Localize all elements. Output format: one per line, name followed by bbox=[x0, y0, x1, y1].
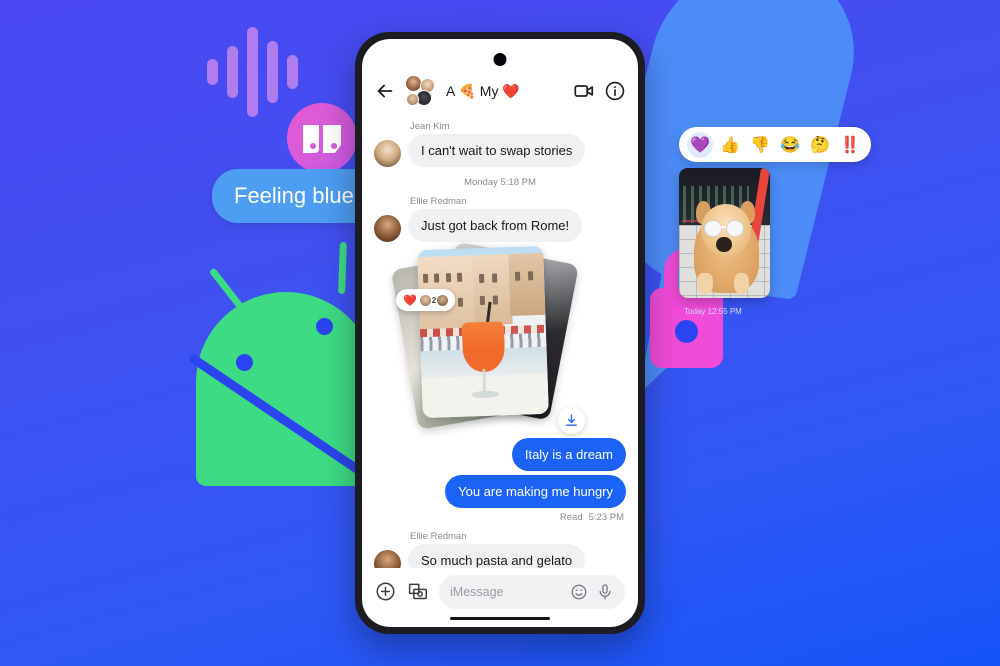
photo-stack-attachment[interactable] bbox=[390, 241, 579, 436]
thumbs-up-reaction[interactable]: 👍 bbox=[717, 132, 743, 158]
reaction-count: 2 bbox=[419, 294, 449, 306]
reactor-avatar bbox=[437, 294, 449, 306]
avatar bbox=[374, 140, 401, 167]
message-bubble[interactable]: Just got back from Rome! bbox=[408, 209, 583, 242]
message-composer: iMessage bbox=[362, 568, 638, 613]
laughing-reaction[interactable]: 😂 bbox=[777, 132, 803, 158]
message-input-placeholder: iMessage bbox=[450, 584, 504, 599]
audio-waveform-icon bbox=[207, 27, 298, 117]
android-robot-icon bbox=[187, 241, 376, 486]
microphone-icon[interactable] bbox=[596, 583, 614, 601]
download-icon[interactable] bbox=[558, 407, 585, 434]
video-call-icon[interactable] bbox=[573, 80, 595, 102]
thumbs-down-reaction[interactable]: 👎 bbox=[747, 132, 773, 158]
back-arrow-icon[interactable] bbox=[374, 80, 396, 102]
dog-photo-card[interactable] bbox=[679, 168, 770, 298]
reaction-picker[interactable]: 💜 👍 👎 😂 🤔 ‼️ bbox=[679, 127, 871, 162]
heart-reaction-icon: ❤️ bbox=[403, 294, 417, 307]
message-bubble[interactable]: Italy is a dream bbox=[511, 438, 626, 471]
message-sender: Jean Kim bbox=[410, 121, 450, 132]
home-gesture-bar[interactable] bbox=[450, 616, 550, 620]
thinking-reaction[interactable]: 🤔 bbox=[807, 132, 833, 158]
read-time: 5:23 PM bbox=[588, 512, 624, 523]
phone-screen: A 🍕 My ❤️ Jean Kim I can't wait to swap … bbox=[362, 39, 638, 627]
dog-photo-image bbox=[679, 168, 770, 298]
avatar bbox=[374, 215, 401, 242]
group-avatar[interactable] bbox=[405, 75, 437, 107]
front-camera-punch-hole bbox=[493, 53, 507, 66]
read-label: Read bbox=[559, 512, 583, 523]
message-sender: Ellie Redman bbox=[410, 196, 467, 207]
message-bubble[interactable]: So much pasta and gelato bbox=[408, 544, 586, 568]
message-reaction-badge[interactable]: ❤️ 2 bbox=[396, 289, 456, 311]
plus-circle-icon[interactable] bbox=[375, 581, 396, 602]
avatar bbox=[374, 550, 401, 568]
read-receipt: Read 5:23 PM bbox=[374, 512, 624, 523]
photo-front[interactable] bbox=[417, 245, 549, 419]
reaction-count-value: 2 bbox=[431, 295, 437, 305]
photo-camera-icon[interactable] bbox=[407, 581, 428, 602]
conversation-title[interactable]: A 🍕 My ❤️ bbox=[446, 83, 564, 100]
reactor-avatar bbox=[419, 294, 431, 306]
message-row-outgoing[interactable]: You are making me hungry bbox=[374, 475, 626, 508]
message-row-incoming[interactable]: I can't wait to swap stories bbox=[374, 134, 626, 167]
emoji-smiley-icon[interactable] bbox=[570, 583, 588, 601]
poster-canvas: Feeling blue! 💜 👍 👎 😂 🤔 ‼️ Today 12:55 P… bbox=[0, 0, 1000, 666]
exclamation-reaction[interactable]: ‼️ bbox=[837, 132, 863, 158]
heart-reaction[interactable]: 💜 bbox=[687, 131, 713, 158]
message-sender: Ellie Redman bbox=[410, 531, 467, 542]
info-icon[interactable] bbox=[604, 80, 626, 102]
dog-photo-timestamp: Today 12:55 PM bbox=[684, 307, 742, 316]
message-row-incoming[interactable]: So much pasta and gelato bbox=[374, 544, 626, 568]
chat-header: A 🍕 My ❤️ bbox=[362, 39, 638, 115]
rcs-badge-icon bbox=[287, 103, 357, 173]
message-row-outgoing[interactable]: Italy is a dream bbox=[374, 438, 626, 471]
phone-device: A 🍕 My ❤️ Jean Kim I can't wait to swap … bbox=[355, 32, 645, 634]
message-row-incoming[interactable]: Just got back from Rome! bbox=[374, 209, 626, 242]
message-bubble[interactable]: You are making me hungry bbox=[445, 475, 626, 508]
message-bubble[interactable]: I can't wait to swap stories bbox=[408, 134, 586, 167]
message-input[interactable]: iMessage bbox=[439, 574, 625, 609]
timestamp-separator: Monday 5:18 PM bbox=[464, 177, 536, 188]
message-thread[interactable]: Jean Kim I can't wait to swap stories Mo… bbox=[362, 115, 638, 568]
